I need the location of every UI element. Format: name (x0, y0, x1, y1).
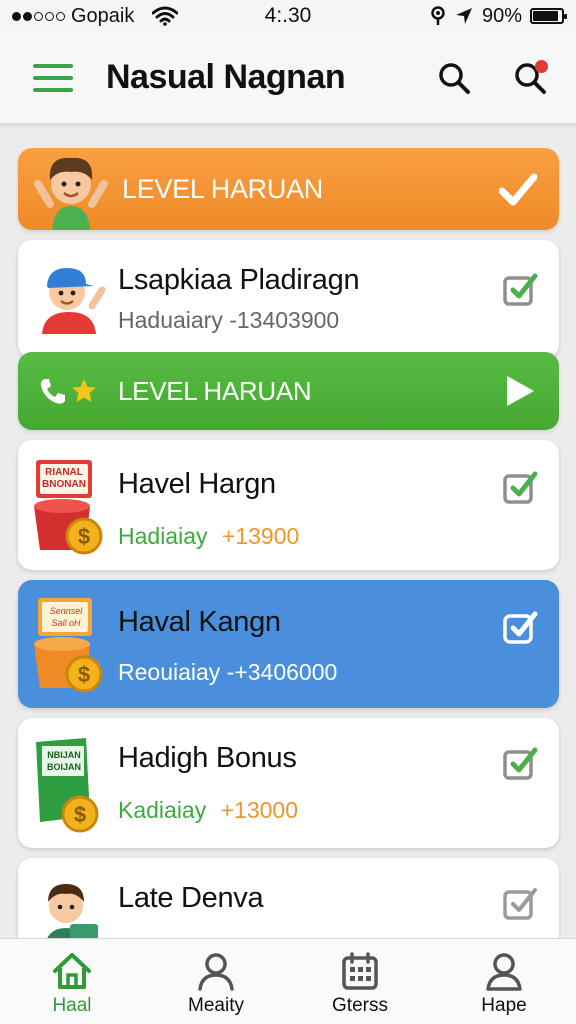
edit-check-icon[interactable] (501, 468, 539, 506)
nav-label: Meaity (188, 995, 244, 1016)
level-card[interactable]: $ NBIJAN BOIJAN Hadigh Bonus Kadiaiay +1… (18, 718, 559, 848)
thumb-label: RIANAL BNONAN (42, 467, 86, 490)
home-icon (53, 953, 91, 989)
boy-cap-avatar-icon (42, 268, 106, 334)
edit-check-icon[interactable] (501, 744, 539, 782)
nav-item-schedule[interactable]: Gterss (288, 939, 432, 1024)
navigation-arrow-icon (455, 8, 472, 24)
card-amount: +13900 (221, 523, 300, 549)
checkmark-icon[interactable] (499, 173, 537, 207)
card-title: Lsapkiaa Pladiragn (118, 264, 360, 296)
boy-avatar-icon (34, 157, 108, 230)
banner-label: LEVEL HARUAN (122, 173, 323, 204)
nav-item-home[interactable]: Haal (0, 939, 144, 1024)
notification-dot (535, 59, 548, 73)
wifi-icon (152, 6, 179, 26)
card-title: Havel Hargn (118, 468, 276, 500)
calendar-icon (342, 952, 378, 990)
app-bar: Nasual Nagnan (0, 32, 576, 124)
svg-text:$: $ (78, 662, 90, 687)
location-pin-icon (431, 6, 445, 25)
bottom-navigation: Haal Meaity Gterss Hape (0, 938, 576, 1024)
level-banner-orange[interactable]: LEVEL HARUAN (18, 148, 559, 230)
battery-icon (530, 8, 567, 24)
hamburger-menu-icon[interactable] (33, 63, 73, 92)
nav-item-profile[interactable]: Hape (432, 939, 576, 1024)
level-card[interactable]: Lsapkiaa Pladiragn Haduaiary -13403900 (18, 240, 559, 358)
play-icon[interactable] (503, 373, 537, 409)
thumb-label: NBIJAN BOIJAN (46, 750, 81, 772)
clock: 4:.30 (264, 4, 312, 27)
bucket-coin-icon: $ RIANAL BNONAN (30, 458, 108, 555)
status-bar: Gopaik 4:.30 90% (0, 0, 576, 32)
card-subtitle-label: Hadiaiay (118, 523, 208, 549)
card-title: Haval Kangn (118, 606, 281, 638)
star-icon (72, 379, 96, 402)
thumb-label: Sennsel Sall oH (49, 606, 83, 628)
nav-label: Hape (481, 995, 527, 1016)
card-title: Hadigh Bonus (118, 742, 297, 774)
nav-label: Haal (52, 995, 92, 1016)
page-title: Nasual Nagnan (106, 58, 346, 96)
person-icon (198, 953, 234, 991)
banner-label: LEVEL HARUAN (118, 375, 312, 406)
search-notification-icon[interactable] (512, 59, 548, 96)
battery-percent: 90% (481, 4, 522, 27)
profile-icon (486, 953, 522, 991)
nav-item-activity[interactable]: Meaity (144, 939, 288, 1024)
level-banner-green[interactable]: LEVEL HARUAN (18, 352, 559, 430)
bucket-coin-icon: $ Sennsel Sall oH (30, 596, 108, 693)
level-card-highlighted[interactable]: $ Sennsel Sall oH Haval Kangn Reouiaiay … (18, 580, 559, 708)
card-subtitle-label: Kadiaiay (118, 797, 207, 823)
carrier-name: Gopaik (71, 4, 135, 27)
card-subtitle: Haduaiary -13403900 (118, 307, 340, 333)
svg-text:$: $ (78, 524, 90, 549)
level-list: LEVEL HARUAN Lsapkiaa Pladiragn Haduaiar… (18, 148, 559, 958)
box-coin-icon: $ NBIJAN BOIJAN (30, 736, 108, 833)
signal-strength-icon (12, 11, 65, 21)
nav-label: Gterss (332, 995, 388, 1016)
edit-check-icon[interactable] (501, 608, 539, 646)
level-card[interactable]: $ RIANAL BNONAN Havel Hargn Hadiaiay +13… (18, 440, 559, 570)
card-amount: +13000 (220, 797, 299, 823)
card-subtitle: Reouiaiay -+3406000 (118, 659, 338, 685)
svg-text:$: $ (74, 802, 86, 827)
phone-icon (40, 379, 65, 404)
search-icon[interactable] (436, 60, 472, 96)
card-title: Late Denva (118, 882, 264, 914)
edit-check-icon[interactable] (501, 884, 539, 922)
edit-check-icon[interactable] (501, 270, 539, 308)
